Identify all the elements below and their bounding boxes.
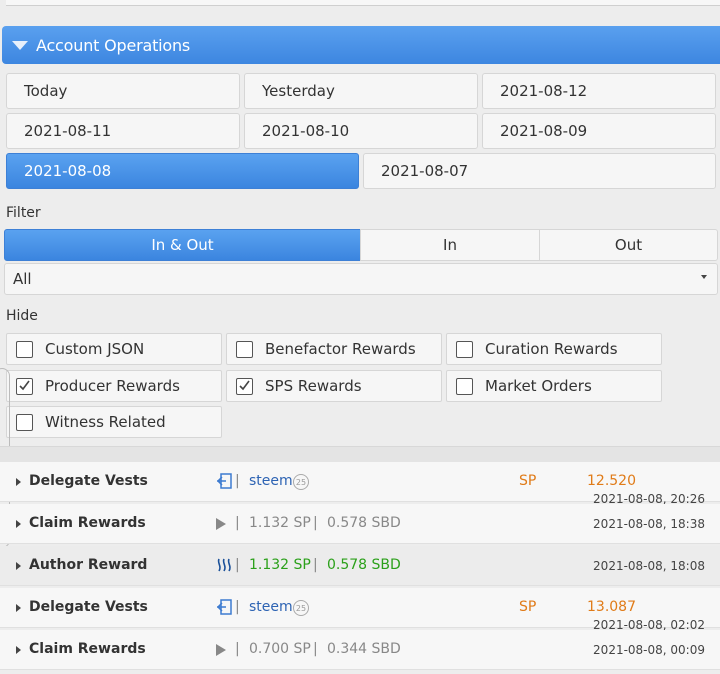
timestamp: 2021-08-08, 18:08 [593,559,705,573]
sbd-amount: 0.578 SBD [327,557,401,573]
separator: | [235,473,240,489]
filter-in-out-tab[interactable]: In & Out [4,229,361,261]
section-divider [0,446,720,462]
amount: 13.087 [587,599,636,615]
unit-label: SP [519,599,537,615]
operation-type: Author Reward [29,557,148,573]
unit-label: SP [519,473,537,489]
hide-custom-json-checkbox[interactable]: Custom JSON [6,333,222,365]
checkbox-label: SPS Rewards [265,377,362,395]
date-2021-08-08-button[interactable]: 2021-08-08 [6,153,359,189]
checkbox-unchecked-icon [456,377,473,395]
checkbox-unchecked-icon [16,413,33,431]
date-2021-08-07-button[interactable]: 2021-08-07 [363,153,716,189]
operation-type: Delegate Vests [29,599,148,615]
separator: | [313,641,318,657]
operation-type: Claim Rewards [29,515,146,531]
checkmark-icon [236,377,253,395]
date-2021-08-10-button[interactable]: 2021-08-10 [244,113,478,149]
sp-amount: 1.132 SP [249,515,311,531]
expand-arrow-icon[interactable] [16,604,21,612]
date-2021-08-12-button[interactable]: 2021-08-12 [482,73,716,109]
separator: | [313,515,318,531]
sbd-amount: 0.578 SBD [327,515,401,531]
timestamp: 2021-08-08, 00:09 [593,643,705,657]
account-link[interactable]: steem [249,599,293,615]
separator: | [235,515,240,531]
account-operations-header[interactable]: Account Operations [2,26,720,64]
operation-type-select[interactable]: All [4,263,718,295]
hide-producer-rewards-checkbox[interactable]: Producer Rewards [6,370,222,402]
date-2021-08-09-button[interactable]: 2021-08-09 [482,113,716,149]
hide-sps-rewards-checkbox[interactable]: SPS Rewards [226,370,442,402]
filter-out-tab[interactable]: Out [539,229,718,261]
expand-arrow-icon[interactable] [16,562,21,570]
hide-benefactor-rewards-checkbox[interactable]: Benefactor Rewards [226,333,442,365]
checkbox-label: Producer Rewards [45,377,180,395]
operation-row[interactable]: Delegate Vests | steem 25 SP 13.087 2021… [0,588,720,632]
expand-arrow-icon[interactable] [16,646,21,654]
date-2021-08-11-button[interactable]: 2021-08-11 [6,113,240,149]
checkbox-label: Curation Rewards [485,340,618,358]
hide-label: Hide [6,308,38,324]
checkmark-icon [16,377,33,395]
operation-type: Delegate Vests [29,473,148,489]
hide-curation-rewards-checkbox[interactable]: Curation Rewards [446,333,662,365]
select-value: All [13,270,32,288]
collapse-triangle-icon[interactable] [12,40,28,50]
separator: | [235,641,240,657]
separator: | [235,599,240,615]
checkbox-unchecked-icon [236,340,253,358]
expand-arrow-icon[interactable] [16,478,21,486]
hide-market-orders-checkbox[interactable]: Market Orders [446,370,662,402]
separator: | [313,557,318,573]
date-today-button[interactable]: Today [6,73,240,109]
sp-amount: 1.132 SP [249,557,311,573]
delegate-icon [216,599,234,619]
operation-row[interactable]: Author Reward | 1.132 SP | 0.578 SBD 202… [0,546,720,586]
checkbox-label: Custom JSON [45,340,145,358]
hide-witness-related-checkbox[interactable]: Witness Related [6,406,222,438]
operation-row[interactable]: Claim Rewards | 1.132 SP | 0.578 SBD 202… [0,504,720,544]
reputation-badge: 25 [293,600,309,616]
checkbox-unchecked-icon [16,340,33,358]
play-icon [216,644,226,656]
operation-row[interactable]: Claim Rewards | 0.700 SP | 0.344 SBD 202… [0,630,720,670]
separator: | [235,557,240,573]
steem-logo-icon [216,557,232,577]
checkbox-label: Benefactor Rewards [265,340,416,358]
reputation-badge: 25 [293,474,309,490]
top-panel-edge [6,0,720,6]
filter-in-tab[interactable]: In [360,229,540,261]
expand-arrow-icon[interactable] [16,520,21,528]
timestamp: 2021-08-08, 18:38 [593,517,705,531]
sp-amount: 0.700 SP [249,641,311,657]
checkbox-label: Witness Related [45,413,166,431]
sbd-amount: 0.344 SBD [327,641,401,657]
operation-type: Claim Rewards [29,641,146,657]
play-icon [216,518,226,530]
dropdown-caret-icon [701,275,707,279]
amount: 12.520 [587,473,636,489]
delegate-icon [216,473,234,493]
account-link[interactable]: steem [249,473,293,489]
checkbox-label: Market Orders [485,377,592,395]
filter-label: Filter [6,205,41,221]
operation-row[interactable]: Delegate Vests | steem 25 SP 12.520 2021… [0,462,720,506]
section-title: Account Operations [36,35,191,55]
checkbox-unchecked-icon [456,340,473,358]
date-yesterday-button[interactable]: Yesterday [244,73,478,109]
